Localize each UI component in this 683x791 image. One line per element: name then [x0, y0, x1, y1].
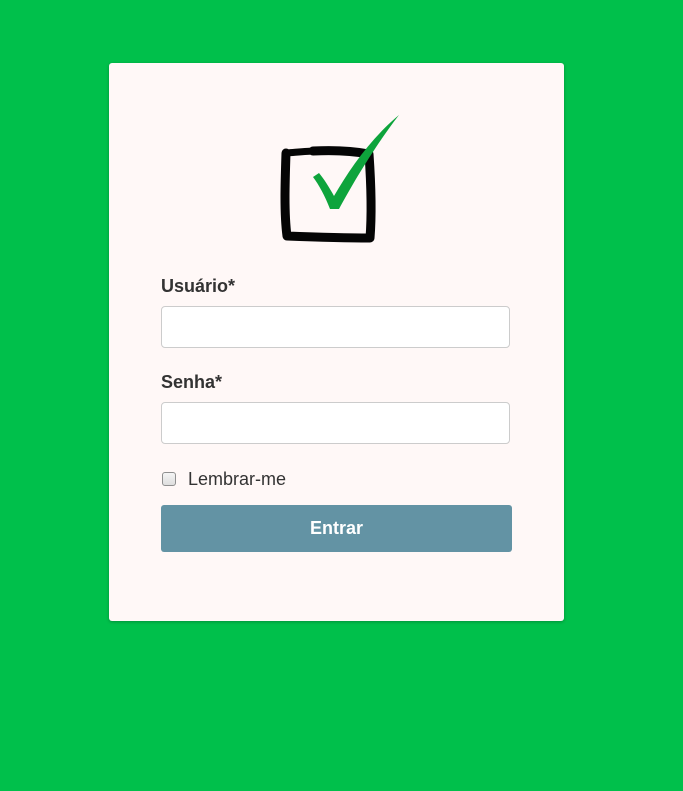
password-label: Senha* — [161, 372, 223, 392]
remember-me-checkbox[interactable] — [162, 472, 176, 486]
checkbox-check-icon — [280, 115, 399, 243]
password-input[interactable] — [161, 402, 510, 444]
remember-me-row: Lembrar-me — [161, 467, 286, 491]
login-card: Usuário* Senha* Lembrar-me Entrar — [109, 63, 564, 621]
remember-me-label[interactable]: Lembrar-me — [188, 469, 286, 490]
username-input[interactable] — [161, 306, 510, 348]
username-label: Usuário* — [161, 276, 236, 296]
submit-button[interactable]: Entrar — [161, 505, 512, 552]
